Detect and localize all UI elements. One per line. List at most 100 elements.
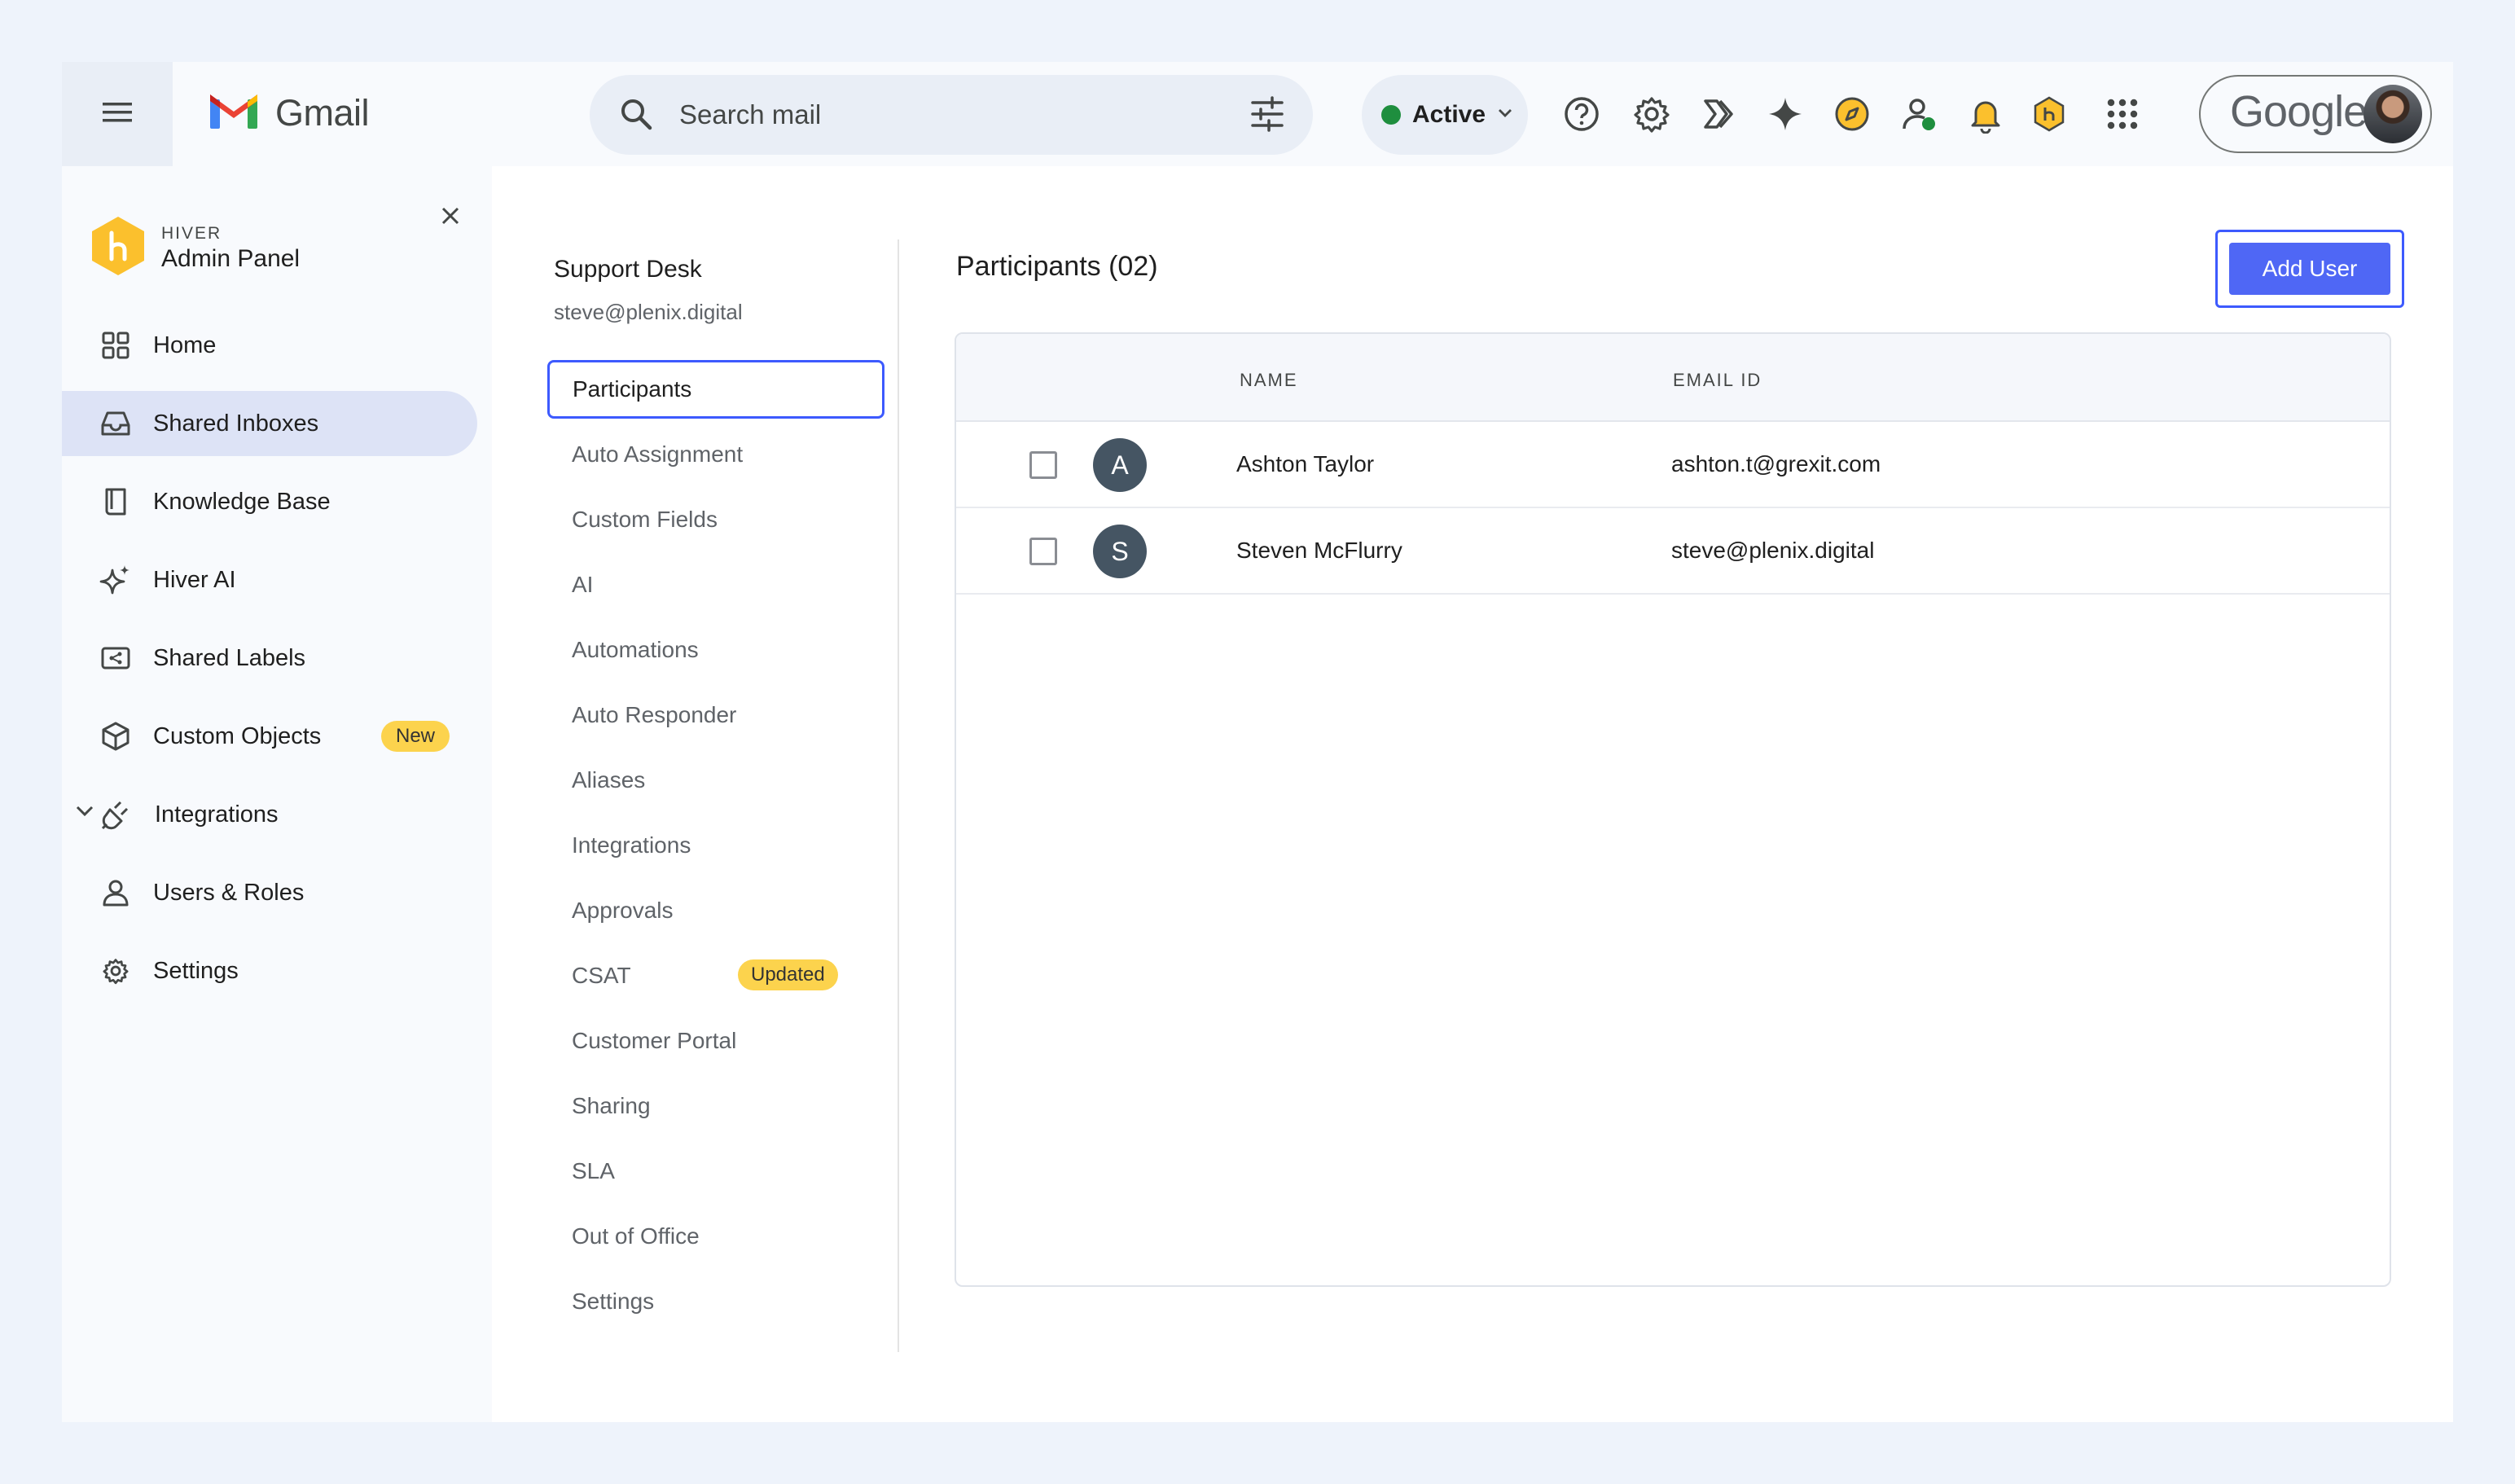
search-icon[interactable] [617,95,655,137]
plug-icon [99,798,132,831]
table-row[interactable]: A Ashton Taylor ashton.t@grexit.com [956,422,2390,508]
menu-label: Integrations [572,832,691,858]
inbox-settings-menu: Support Desk steve@plenix.digital Partic… [492,166,907,1422]
sidebar-item-label: Settings [153,957,239,984]
sidebar-item-custom-objects[interactable]: Custom Objects New [62,704,477,769]
sidebar-item-label: Home [153,331,217,358]
app-name: Gmail [275,91,370,134]
menu-custom-fields[interactable]: Custom Fields [547,490,884,549]
menu-label: Approvals [572,898,674,923]
avatar: S [1093,525,1147,578]
cube-icon [99,720,132,753]
menu-customer-portal[interactable]: Customer Portal [547,1012,884,1070]
brand-title: Admin Panel [161,244,301,272]
status-label: Active [1412,101,1486,128]
table-row[interactable]: S Steven McFlurry steve@plenix.digital [956,508,2390,595]
brand-small: HIVER [161,223,222,243]
participant-name: Ashton Taylor [1236,451,1375,476]
menu-ai[interactable]: AI [547,555,884,614]
user-status-icon[interactable] [1896,91,1942,137]
chevron-down-icon [1497,108,1513,123]
menu-label: Out of Office [572,1223,700,1249]
menu-approvals[interactable]: Approvals [547,881,884,940]
sidebar-item-hiver-ai[interactable]: Hiver AI [62,547,477,612]
menu-integrations[interactable]: Integrations [547,816,884,875]
add-user-button[interactable]: Add User [2229,243,2390,295]
sidebar-item-settings[interactable]: Settings [62,938,477,1003]
main-menu-button[interactable] [62,62,173,166]
updated-badge: Updated [738,959,838,990]
search-input[interactable] [679,94,1233,135]
menu-label: Auto Responder [572,702,737,727]
column-header-email[interactable]: EMAIL ID [1673,370,1762,391]
menu-out-of-office[interactable]: Out of Office [547,1207,884,1266]
notification-bell-icon[interactable] [1963,91,2008,137]
menu-settings[interactable]: Settings [547,1272,884,1331]
top-bar: Gmail Active [62,62,2453,166]
sidebar-item-label: Hiver AI [153,566,236,593]
participant-email: steve@plenix.digital [1671,538,1875,563]
menu-label: Customer Portal [572,1028,737,1053]
participants-table: NAME EMAIL ID A Ashton Taylor ashton.t@g… [955,332,2391,1287]
account-avatar[interactable] [2364,85,2422,143]
settings-gear-icon[interactable] [1629,91,1674,137]
avatar: A [1093,438,1147,492]
menu-automations[interactable]: Automations [547,621,884,679]
gmail-m-icon [208,91,259,134]
close-panel-button[interactable] [433,200,467,235]
menu-aliases[interactable]: Aliases [547,751,884,810]
gemini-sparkle-icon[interactable] [1762,91,1808,137]
sidebar-item-shared-labels[interactable]: Shared Labels [62,626,477,691]
compass-icon[interactable] [1829,91,1875,137]
menu-csat[interactable]: CSAT Updated [547,946,884,1005]
inbox-name: Support Desk [554,256,702,283]
row-checkbox[interactable] [1029,538,1057,565]
user-icon [99,876,132,909]
menu-participants[interactable]: Participants [547,360,884,419]
sidebar-item-label: Knowledge Base [153,488,331,515]
menu-auto-assignment[interactable]: Auto Assignment [547,425,884,484]
hiver-extension-icon[interactable] [2026,91,2072,137]
sidebar-item-shared-inboxes[interactable]: Shared Inboxes [62,391,477,456]
forward-arrows-icon[interactable] [1696,91,1741,137]
participant-email: ashton.t@grexit.com [1671,451,1881,476]
sparkle-icon [99,564,132,596]
sidebar-item-label: Shared Inboxes [153,410,319,437]
sidebar-item-label: Shared Labels [153,644,306,671]
new-badge: New [381,721,450,752]
menu-label: Auto Assignment [572,441,744,467]
menu-label: CSAT [572,963,631,988]
menu-label: Sharing [572,1093,651,1118]
close-icon [440,205,461,231]
menu-auto-responder[interactable]: Auto Responder [547,686,884,744]
account-switcher[interactable]: Google [2199,75,2432,153]
chevron-down-icon[interactable] [75,805,94,822]
gmail-logo[interactable]: Gmail [208,91,370,134]
menu-sla[interactable]: SLA [547,1142,884,1201]
menu-label: Participants [573,376,692,402]
app-window: Gmail Active [62,62,2453,1422]
participant-name: Steven McFlurry [1236,538,1402,563]
sidebar-item-knowledge-base[interactable]: Knowledge Base [62,469,477,534]
add-user-focus-ring: Add User [2215,230,2404,308]
menu-label: AI [572,572,594,597]
menu-label: Settings [572,1289,655,1314]
menu-label: Automations [572,637,699,662]
search-bar[interactable] [590,75,1313,155]
status-selector[interactable]: Active [1362,75,1528,155]
column-header-name[interactable]: NAME [1240,370,1298,391]
main-panel: Support Desk steve@plenix.digital Partic… [492,166,2453,1422]
hiver-logo-icon [90,215,147,281]
help-icon[interactable] [1559,91,1604,137]
row-checkbox[interactable] [1029,451,1057,479]
menu-sharing[interactable]: Sharing [547,1077,884,1135]
sidebar-item-integrations[interactable]: Integrations [62,782,477,847]
inbox-icon [99,407,132,440]
apps-grid-icon[interactable] [2100,91,2145,137]
sidebar-item-users-roles[interactable]: Users & Roles [62,860,477,925]
sidebar-item-label: Custom Objects [153,722,322,749]
status-dot [1381,105,1401,125]
admin-sidebar: HIVER Admin Panel Home Shared Inboxes Kn… [62,166,492,1422]
search-options-icon[interactable] [1248,94,1287,138]
sidebar-item-home[interactable]: Home [62,313,477,378]
